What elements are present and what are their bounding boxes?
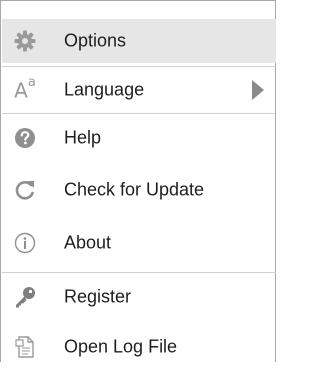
menu-item-label: Check for Update [64, 179, 205, 200]
submenu-arrow-icon [252, 80, 264, 100]
menu-separator [2, 66, 276, 67]
info-icon [12, 230, 38, 256]
log-file-icon [12, 334, 38, 360]
menu-item-label: Open Log File [64, 336, 178, 357]
menu-item-about[interactable]: About [2, 221, 276, 265]
menu-separator [2, 113, 276, 114]
menu-separator [2, 272, 276, 273]
refresh-icon [12, 177, 38, 203]
key-icon [12, 284, 38, 310]
menu-item-register[interactable]: Register [2, 275, 276, 319]
menu-item-label: Help [64, 127, 102, 148]
language-icon: Aa [12, 74, 38, 103]
menu-item-language[interactable]: Aa Language [2, 68, 276, 112]
help-icon [12, 125, 38, 151]
menu-item-options[interactable]: Options [2, 19, 276, 63]
menu-item-check-for-update[interactable]: Check for Update [2, 168, 276, 212]
language-glyph-superscript: a [27, 74, 36, 90]
language-glyph-letter: A [14, 78, 28, 103]
gear-icon [12, 28, 38, 54]
menu-item-label: Language [64, 79, 145, 100]
menu-item-help[interactable]: Help [2, 116, 276, 160]
menu-item-label: Register [64, 286, 132, 307]
menu-item-label: Options [64, 30, 127, 51]
context-menu: Options Aa Language Help Check for Updat… [0, 0, 276, 362]
menu-item-label: About [64, 232, 112, 253]
menu-item-open-log-file[interactable]: Open Log File [2, 325, 276, 369]
